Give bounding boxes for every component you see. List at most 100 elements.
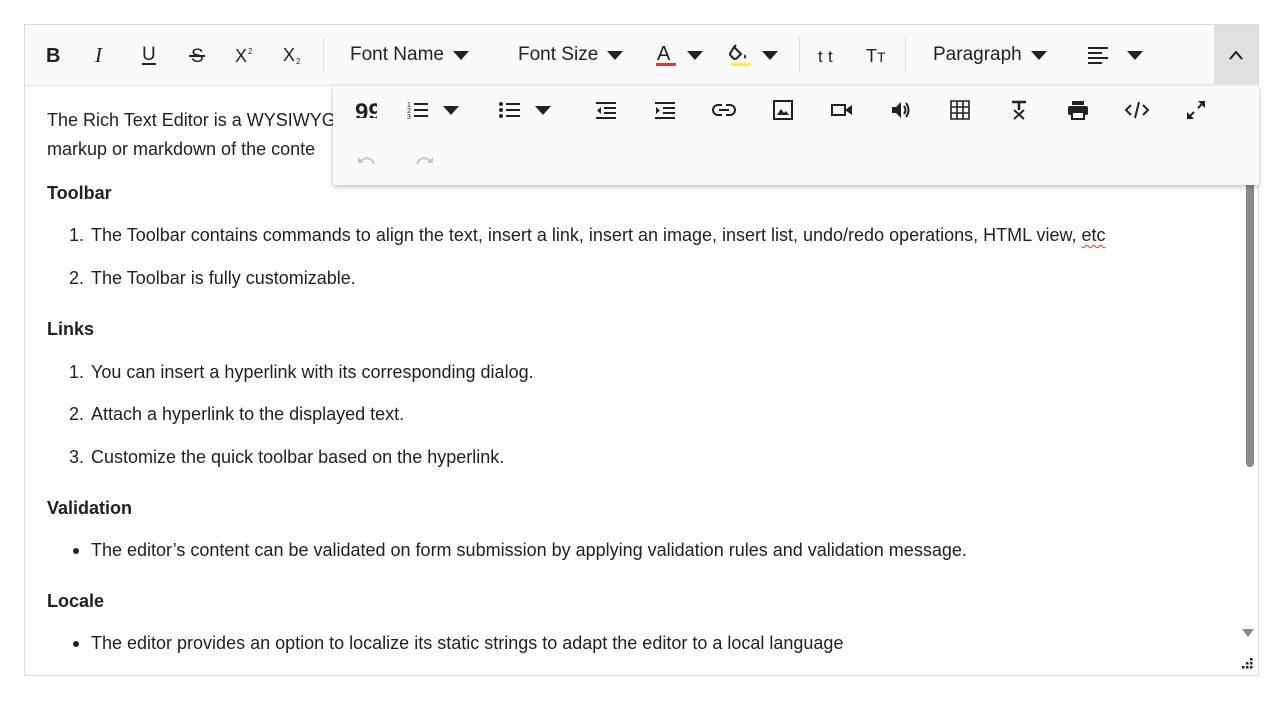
toolbar-separator [799,38,800,72]
toolbar: B I U S X2 X2 Font Name Font Size A t t … [25,25,1258,86]
format-label: Paragraph [933,44,1022,65]
section-heading-locale: Locale [47,591,105,611]
intro-line-2: markup or markdown of the conte [47,139,316,159]
bullet [73,548,79,554]
italic-icon: I [94,45,103,65]
video-icon [831,104,852,116]
list-item-text: The Toolbar contains commands to align t… [91,225,1082,245]
svg-text:A: A [657,43,671,65]
list-item: Customize the quick toolbar based on the… [91,447,505,467]
insert-link-button[interactable] [709,92,739,128]
superscript-icon: X2 [235,46,253,65]
intro-line-1: The Rich Text Editor is a WYSIWYG [47,110,336,130]
font-name-dropdown[interactable]: Font Name [350,35,469,75]
image-icon [773,100,793,120]
redo-button[interactable] [410,143,440,179]
resize-grip-icon[interactable] [1240,656,1254,670]
list-item: Attach a hyperlink to the displayed text… [91,404,405,424]
list-number: 3. [69,447,85,467]
code-icon [1125,101,1149,119]
svg-text:T: T [877,49,886,65]
subscript-button[interactable]: X2 [279,35,307,75]
lowercase-icon: tt [818,47,833,65]
chevron-down-icon [1030,50,1047,60]
list-item: The Toolbar is fully customizable. [91,268,356,288]
background-color-button[interactable] [728,35,788,75]
insert-video-button[interactable] [827,92,857,128]
outdent-button[interactable] [591,92,621,128]
font-name-label: Font Name [350,44,444,65]
link-icon [712,104,736,116]
chevron-down-icon [452,50,469,60]
toolbar-separator [905,38,906,72]
align-left-icon [1088,47,1108,64]
strikethrough-button[interactable]: S [183,35,211,75]
chevron-down-icon [1127,50,1143,60]
unordered-list-button[interactable] [499,92,559,128]
superscript-button[interactable]: X2 [231,35,259,75]
list-number: 2. [69,404,85,424]
list-item: The Toolbar contains commands to align t… [91,225,1106,246]
ordered-list-icon: 1 2 3 [407,102,428,120]
uppercase-button[interactable]: TT [863,35,891,75]
ordered-list-button[interactable]: 1 2 3 [407,92,467,128]
svg-text:t: t [828,47,833,65]
blockquote-button[interactable]: 99 [351,92,381,128]
toolbar-overflow-popup: 99 1 2 3 [333,85,1259,185]
indent-icon [655,102,675,119]
lowercase-button[interactable]: tt [815,35,843,75]
svg-text:99: 99 [355,102,377,118]
misspelled-word: etc [1081,225,1106,245]
list-number: 1. [69,225,85,245]
italic-button[interactable]: I [87,35,115,75]
undo-button[interactable] [351,143,381,179]
svg-text:I: I [94,45,103,65]
svg-text:U: U [142,44,156,65]
insert-table-button[interactable] [945,92,975,128]
insert-image-button[interactable] [768,92,798,128]
chevron-down-icon [687,50,703,60]
chevron-down-icon [443,105,459,115]
clear-format-button[interactable] [1004,92,1034,128]
unordered-list-icon [499,102,520,118]
source-code-button[interactable] [1122,92,1152,128]
toolbar-expand-button[interactable] [1214,25,1258,84]
font-color-icon: A [656,43,676,66]
clear-format-icon [1012,100,1026,120]
svg-text:X: X [235,46,247,65]
maximize-button[interactable] [1181,92,1211,128]
svg-text:2: 2 [248,47,253,56]
font-size-dropdown[interactable]: Font Size [518,35,624,75]
svg-text:B: B [46,45,60,65]
list-number: 2. [69,268,85,288]
underline-icon: U [142,44,156,65]
list-item: The editor’s content can be validated on… [91,540,967,560]
svg-text:t: t [818,47,823,65]
undo-icon [358,157,375,165]
bold-icon: B [46,45,60,65]
section-heading-validation: Validation [47,498,133,518]
bullet [73,641,79,647]
paint-bucket-icon [729,44,751,66]
font-color-button[interactable]: A [653,35,713,75]
svg-text:T: T [866,46,877,65]
print-button[interactable] [1063,92,1093,128]
format-dropdown[interactable]: Paragraph [933,35,1047,75]
list-item: The editor provides an option to localiz… [91,633,844,653]
svg-text:3: 3 [407,114,411,120]
vertical-scrollbar[interactable] [1241,173,1255,649]
alignment-dropdown[interactable] [1087,35,1153,75]
indent-button[interactable] [650,92,680,128]
scrollbar-thumb[interactable] [1246,173,1254,467]
chevron-down-icon [535,105,551,115]
maximize-icon [1187,101,1205,119]
bold-button[interactable]: B [39,35,67,75]
underline-button[interactable]: U [135,35,163,75]
section-heading-links: Links [47,319,95,339]
insert-audio-button[interactable] [886,92,916,128]
rich-text-editor: B I U S X2 X2 Font Name Font Size A t t … [24,24,1259,676]
section-heading-toolbar: Toolbar [47,183,112,203]
scroll-down-arrow-icon[interactable] [1242,629,1254,637]
chevron-down-icon [607,50,624,60]
outdent-icon [596,102,616,119]
